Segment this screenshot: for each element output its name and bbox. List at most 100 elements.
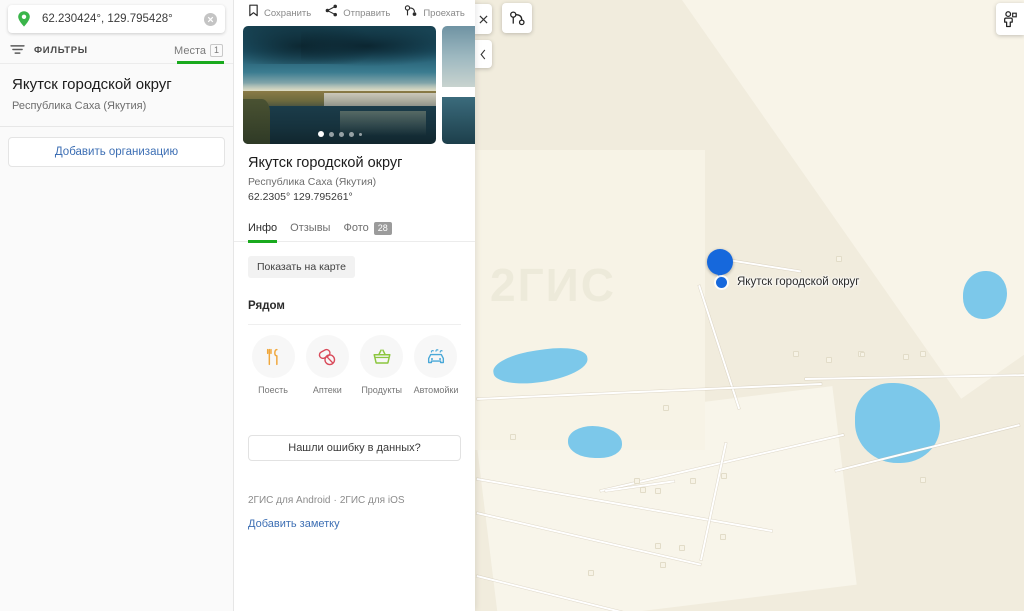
tab-photos-label: Фото	[343, 222, 369, 235]
share-label: Отправить	[343, 7, 391, 19]
detail-toolbar: Сохранить Отправить Проехать	[234, 0, 475, 26]
map-building	[826, 357, 832, 363]
category-eat[interactable]: Поесть	[248, 335, 298, 395]
category-carwash[interactable]: Автомойки	[411, 335, 461, 395]
store-links: 2ГИС для Android · 2ГИС для iOS	[248, 495, 461, 506]
water-body	[568, 426, 622, 458]
chevron-left-icon	[480, 49, 486, 59]
app-root: 2ГИС Якутск городской округ 62.230424°, …	[0, 0, 1024, 611]
share-button[interactable]: Отправить	[325, 4, 390, 22]
photos-count-badge: 28	[373, 221, 392, 235]
green-map-pin-icon	[16, 10, 32, 28]
map-building	[663, 405, 669, 411]
filter-icon	[10, 42, 25, 60]
carousel-dot[interactable]	[338, 131, 344, 137]
places-tab-label: Места	[174, 44, 206, 57]
clear-search-button[interactable]	[204, 12, 217, 26]
car-wash-icon	[414, 335, 458, 379]
result-title: Якутск городской округ	[12, 76, 172, 93]
streetview-person-icon	[1004, 11, 1017, 28]
map-pin-dot-icon	[716, 277, 727, 288]
list-item[interactable]: Якутск городской округ Республика Саха (…	[0, 64, 233, 127]
route-to-button[interactable]: Проехать	[404, 4, 465, 23]
map-building	[721, 473, 727, 479]
place-coordinates: 62.2305° 129.795261°	[248, 191, 353, 204]
clear-icon	[207, 16, 214, 22]
category-carwash-label: Автомойки	[413, 385, 459, 396]
android-app-link[interactable]: 2ГИС для Android	[248, 495, 331, 506]
show-on-map-button[interactable]: Показать на карте	[248, 256, 355, 279]
map-building	[690, 478, 696, 484]
place-subtitle: Республика Саха (Якутия)	[248, 176, 377, 189]
filters-button[interactable]: Фильтры	[10, 42, 88, 60]
map-building	[903, 354, 909, 360]
report-error-button[interactable]: Нашли ошибку в данных?	[248, 435, 461, 462]
detail-tabs: Инфо Отзывы Фото 28	[234, 215, 475, 243]
tab-places[interactable]: Места 1	[174, 38, 223, 63]
tab-reviews-label: Отзывы	[290, 222, 331, 235]
search-input[interactable]: 62.230424°, 129.795428°	[8, 5, 225, 33]
save-label: Сохранить	[264, 7, 312, 19]
map-building	[860, 352, 865, 357]
map-watermark: 2ГИС	[490, 259, 616, 311]
filters-label: Фильтры	[34, 45, 88, 56]
bookmark-icon	[248, 4, 259, 22]
map-building	[655, 543, 661, 549]
category-pharmacy[interactable]: Аптеки	[302, 335, 352, 395]
carousel-photo-main[interactable]	[243, 26, 436, 144]
photo-reflection	[339, 110, 427, 142]
map-building	[510, 434, 516, 440]
map-building	[920, 351, 926, 357]
map-building	[640, 487, 646, 493]
category-groceries[interactable]: Продукты	[357, 335, 407, 395]
category-groceries-label: Продукты	[361, 385, 402, 396]
route-icon	[404, 4, 418, 23]
save-button[interactable]: Сохранить	[248, 4, 311, 22]
carousel-dot[interactable]	[328, 131, 334, 137]
route-button[interactable]	[502, 3, 532, 33]
places-count-badge: 1	[209, 44, 223, 57]
pills-icon	[305, 335, 349, 379]
close-icon	[478, 14, 488, 24]
share-icon	[325, 4, 338, 22]
detail-body: Показать на карте Рядом Поесть Аптеки Пр…	[234, 242, 475, 546]
photo-carousel[interactable]	[234, 26, 475, 144]
search-input-value: 62.230424°, 129.795428°	[42, 13, 173, 25]
map-building	[793, 351, 799, 357]
tab-info[interactable]: Инфо	[248, 215, 278, 243]
search-bar-zone: 62.230424°, 129.795428°	[0, 0, 233, 38]
category-eat-label: Поесть	[258, 385, 288, 396]
ios-app-link[interactable]: 2ГИС для iOS	[340, 495, 405, 506]
carousel-dot[interactable]	[348, 131, 354, 137]
carousel-dot[interactable]	[358, 132, 362, 136]
result-subtitle: Республика Саха (Якутия)	[12, 99, 147, 112]
map-building	[655, 488, 661, 494]
photo-river	[442, 96, 475, 144]
active-tab-underline	[177, 61, 224, 64]
carousel-dots	[243, 131, 436, 137]
add-note-link[interactable]: Добавить заметку	[248, 518, 340, 530]
map-building	[836, 256, 842, 262]
basket-icon	[360, 335, 404, 379]
map-building	[660, 562, 666, 568]
link-separator: ·	[333, 495, 337, 507]
map-marker-label: Якутск городской округ	[737, 276, 860, 288]
photo-shore	[243, 99, 271, 144]
close-panel-button[interactable]	[474, 4, 492, 34]
place-detail-panel: Сохранить Отправить Проехать Якутск горо…	[234, 0, 475, 611]
route-label: Проехать	[423, 7, 465, 19]
place-header: Якутск городской округ Республика Саха (…	[234, 144, 475, 203]
map-building	[920, 477, 926, 483]
tab-reviews[interactable]: Отзывы	[290, 215, 330, 242]
carousel-photo-next[interactable]	[442, 26, 475, 144]
page-title: Якутск городской округ	[248, 155, 403, 171]
add-organization-button[interactable]: Добавить организацию	[8, 136, 225, 167]
nearby-categories: Поесть Аптеки Продукты Автомойки	[248, 324, 461, 395]
map-building	[679, 545, 685, 551]
filters-bar: Фильтры Места 1	[0, 38, 233, 64]
collapse-panel-button[interactable]	[474, 40, 492, 68]
streetview-button[interactable]	[996, 3, 1024, 35]
cutlery-icon	[251, 335, 295, 379]
tab-photos[interactable]: Фото 28	[343, 215, 392, 242]
carousel-dot[interactable]	[317, 131, 324, 137]
